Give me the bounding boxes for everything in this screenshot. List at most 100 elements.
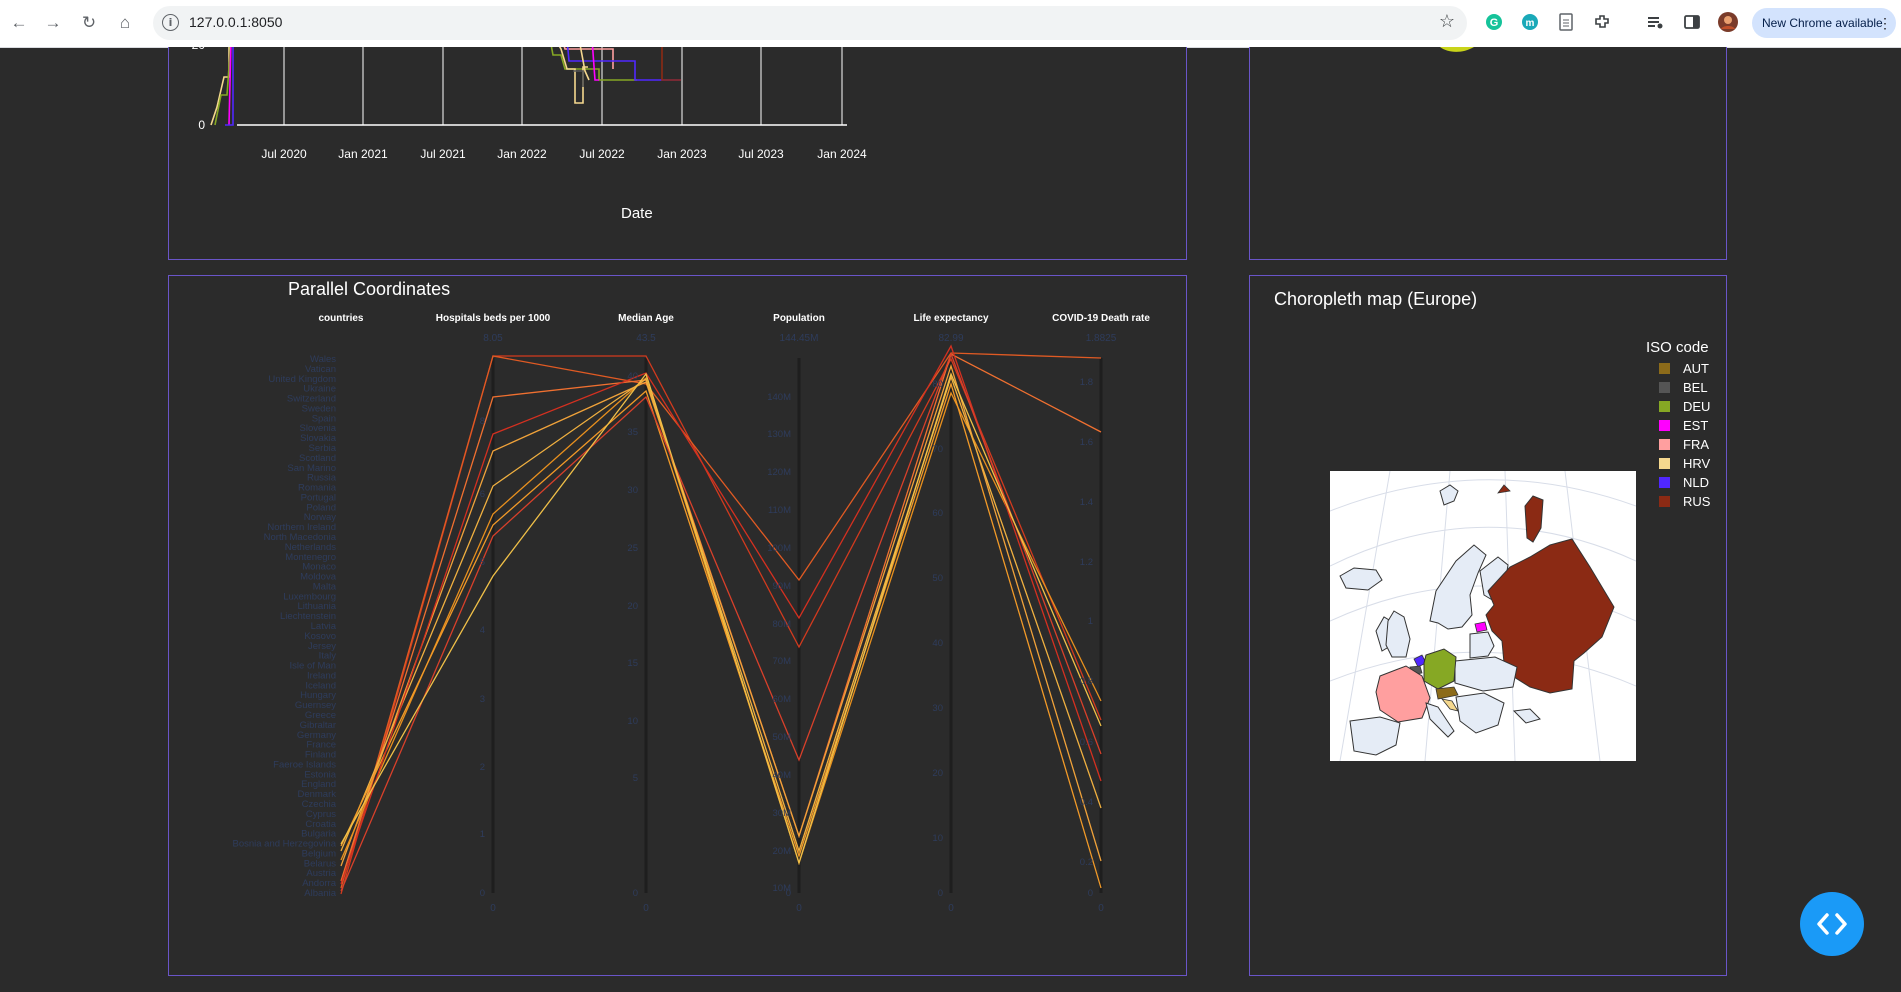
europe-map[interactable] [1329,470,1637,762]
axis-tick-label: 0 [1088,888,1093,899]
axis-top-value: 144.45M [780,333,819,344]
legend-swatch [1659,496,1670,507]
axis-tick-label: 40 [627,371,638,382]
extensions-icon[interactable] [1592,12,1612,32]
iceland-shape [1339,567,1383,591]
axis-tick-label: 90M [773,581,792,592]
legend-swatch [1659,477,1670,488]
axis-tick-label: 5 [633,773,638,784]
legend-label: FRA [1683,437,1709,452]
axis-tick-label: 80 [932,379,943,390]
x-tick-label: Jul 2020 [261,147,307,161]
code-toggle-icon [1817,913,1847,935]
legend-item-bel[interactable]: BEL [1659,378,1710,397]
extension-m-icon[interactable]: m [1520,12,1540,32]
page-icon[interactable] [1556,12,1576,32]
info-icon[interactable]: i [162,14,179,31]
axis-tick-label: 0 [633,888,638,899]
axis-tick-label: 1.6 [1080,437,1093,448]
axis-tick-label: 130M [767,429,791,440]
axis-tick-label: 1.2 [1080,557,1093,568]
legend-label: AUT [1683,361,1709,376]
axis-bottom-value: 0 [490,903,496,914]
timeline-series-line [591,47,599,81]
timeline-series-line [579,47,590,81]
axis-tick-label: 110M [768,505,791,516]
axis-tick-label: 60M [773,694,792,705]
legend-item-deu[interactable]: DEU [1659,397,1710,416]
axis-tick-label: 100M [767,543,791,554]
axis-tick-label: 5 [480,557,485,568]
more-icon[interactable]: ⋮ [1878,8,1892,38]
axis-tick-label: 6 [480,489,485,500]
axis-header: Median Age [618,313,674,324]
scandinavia-shape [1429,544,1487,630]
axis-tick-label: 20M [773,846,792,857]
grammarly-icon[interactable]: G [1484,12,1504,32]
axis-tick-label: 0.6 [1080,737,1093,748]
legend-item-fra[interactable]: FRA [1659,435,1710,454]
home-icon[interactable]: ⌂ [114,12,136,34]
legend-swatch [1659,382,1670,393]
browser-toolbar: ← → ↻ ⌂ i 127.0.0.1:8050 ☆ G m New Chrom… [0,0,1901,48]
axis-tick-label: 8 [480,416,485,427]
axis-tick-label: 40M [773,770,792,781]
legend-label: DEU [1683,399,1711,414]
code-toggle-button[interactable] [1800,892,1864,956]
axis-tick-label: 20 [932,768,943,779]
x-tick-label: Jul 2023 [738,147,784,161]
address-bar[interactable]: i 127.0.0.1:8050 ☆ [153,6,1467,40]
legend-item-aut[interactable]: AUT [1659,359,1710,378]
reload-icon[interactable]: ↻ [78,12,100,34]
axis-tick-label: 15 [627,658,638,669]
back-icon[interactable]: ← [8,12,30,34]
map-legend: ISO code AUT BEL DEU EST FRA HRV NLD RUS [1646,339,1710,511]
y-tick-label: 0 [198,118,205,132]
france-shape [1375,665,1431,723]
profile-avatar[interactable] [1718,12,1738,32]
timeline-panel: Jul 2020 Jan 2021 Jul 2021 Jan 2022 Jul 2022… [168,47,1187,260]
legend-item-rus[interactable]: RUS [1659,492,1710,511]
legend-swatch [1659,420,1670,431]
axis-tick-label: 1.8 [1080,377,1093,388]
axis-bottom-value: 0 [1098,903,1104,914]
legend-swatch [1659,439,1670,450]
legend-swatch [1659,363,1670,374]
axis-header: Hospitals beds per 1000 [436,313,551,324]
legend-item-nld[interactable]: NLD [1659,473,1710,492]
axis-tick-label: 25 [627,543,638,554]
update-chrome-button[interactable]: New Chrome available ⋮ [1752,8,1896,38]
legend-item-est[interactable]: EST [1659,416,1710,435]
axis-tick-label: 50M [773,732,792,743]
timeline-xlabel: Date [621,205,653,222]
top-right-panel [1249,47,1727,260]
x-tick-label: Jul 2021 [420,147,466,161]
timeline-chart[interactable]: Jul 2020 Jan 2021 Jul 2021 Jan 2022 Jul 2022… [169,47,1186,258]
x-tick-label: Jan 2022 [497,147,547,161]
forward-icon[interactable]: → [42,12,64,34]
sidepanel-icon[interactable] [1682,12,1702,32]
axis-tick-label: 70M [773,656,792,667]
legend-label: BEL [1683,380,1708,395]
star-icon[interactable]: ☆ [1439,11,1455,32]
axis-header: countries [318,313,363,324]
url-text[interactable]: 127.0.0.1:8050 [189,14,282,30]
timeline-series-line [661,47,681,81]
country-label: Albania [304,888,336,899]
axis-top-value: 82.99 [938,333,963,344]
legend-item-hrv[interactable]: HRV [1659,454,1710,473]
legend-title: ISO code [1646,339,1709,356]
axis-bottom-value: 0 [948,903,954,914]
axis-tick-label: 120M [767,467,791,478]
x-tick-label: Jul 2022 [579,147,625,161]
map-fragment [1440,47,1474,52]
axis-tick-label: 0.2 [1080,857,1093,868]
parallel-coordinates-chart[interactable]: countries Hospitals beds per 1000 8.05 0 Med… [169,276,1186,975]
axis-tick-label: 50 [932,573,943,584]
axis-bottom-value: 0 [643,903,649,914]
axis-tick-label: 30 [627,485,638,496]
parallel-panel: Parallel Coordinates countries Hospitals … [168,275,1187,976]
axis-tick-label: 30M [773,808,792,819]
axis-tick-label: 20 [627,601,638,612]
media-icon[interactable] [1645,12,1665,32]
